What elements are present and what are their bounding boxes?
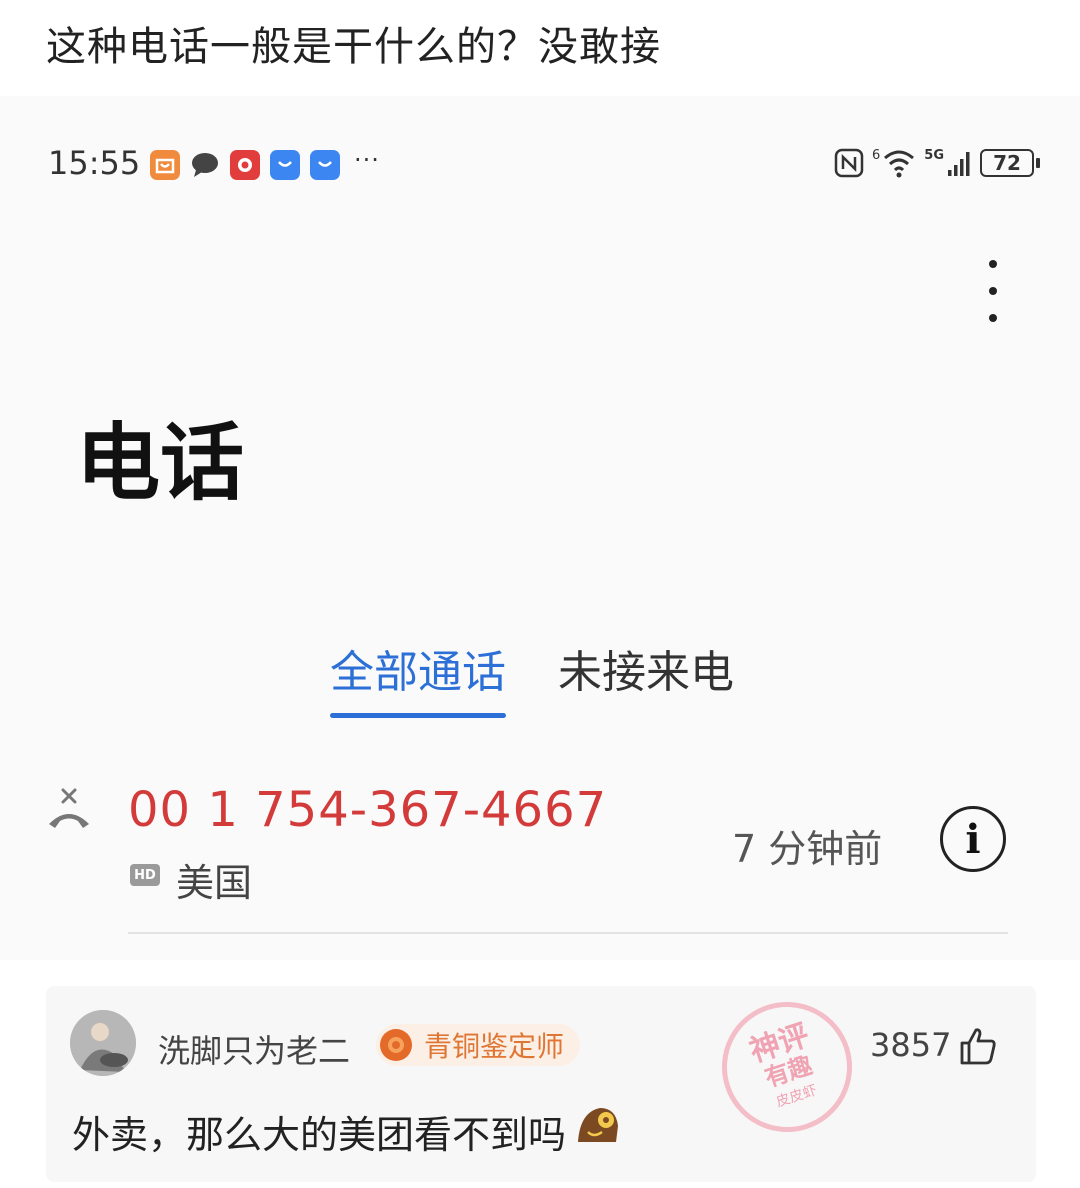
call-time: 7 分钟前 xyxy=(732,827,883,871)
nfc-icon xyxy=(834,148,864,178)
page-title: 电话 xyxy=(76,414,245,512)
app-store-icon xyxy=(270,150,300,180)
info-glyph: i xyxy=(965,815,981,863)
user-level-badge: 青铜鉴定师 xyxy=(376,1024,581,1066)
hd-badge: HD xyxy=(130,864,160,886)
call-number: 00 1 754-367-4667 xyxy=(128,782,608,838)
comment-card: 洗脚只为老二 青铜鉴定师 神评 有趣 皮皮虾 3857 外卖，那么大的美团看不到… xyxy=(46,985,1036,1182)
wifi-icon xyxy=(884,150,915,178)
more-notifications: ··· xyxy=(354,146,380,174)
post-title: 这种电话一般是干什么的？没敢接 xyxy=(46,24,661,70)
status-bar: 15:55 ··· 6 5G 72 xyxy=(48,144,1040,188)
signal-icon xyxy=(948,152,970,176)
call-location: 美国 xyxy=(176,861,253,905)
dog-emoji-icon xyxy=(578,1108,618,1142)
tab-all-calls[interactable]: 全部通话 xyxy=(330,636,506,718)
status-time: 15:55 xyxy=(48,144,141,182)
system-icons: 6 5G 72 xyxy=(834,148,1040,178)
comment-text: 外卖，那么大的美团看不到吗 xyxy=(72,1113,567,1157)
wifi-label: 6 xyxy=(872,148,881,163)
badge-label: 青铜鉴定师 xyxy=(424,1030,565,1063)
bronze-medal-icon xyxy=(380,1029,412,1061)
notification-icons: ··· xyxy=(150,146,380,180)
featured-comment-stamp: 神评 有趣 皮皮虾 xyxy=(705,985,869,1149)
comment-username[interactable]: 洗脚只为老二 xyxy=(158,1026,350,1072)
dot xyxy=(989,260,997,268)
tab-missed-calls[interactable]: 未接来电 xyxy=(558,636,734,718)
like-count: 3857 xyxy=(870,1026,952,1064)
battery-icon: 72 xyxy=(980,149,1040,177)
shopping-app-icon xyxy=(150,150,180,180)
dot xyxy=(989,287,997,295)
call-tabs: 全部通话 未接来电 xyxy=(330,636,734,718)
phone-screenshot: 15:55 ··· 6 5G 72 电话 全部通话 未接来电 00 1 754-… xyxy=(0,96,1080,960)
red-app-icon xyxy=(230,150,260,180)
avatar[interactable] xyxy=(70,1010,136,1076)
dot xyxy=(989,314,997,322)
more-options-button[interactable] xyxy=(978,256,1008,326)
info-icon[interactable]: i xyxy=(940,806,1006,872)
chat-bubble-icon xyxy=(190,150,220,180)
missed-call-icon xyxy=(49,788,89,828)
network-type-label: 5G xyxy=(924,148,944,163)
call-log-row[interactable]: 00 1 754-367-4667 HD 美国 7 分钟前 i xyxy=(0,776,1080,936)
divider xyxy=(128,932,1008,934)
app-store-icon-2 xyxy=(310,150,340,180)
battery-level: 72 xyxy=(993,151,1021,175)
thumbs-up-icon[interactable] xyxy=(958,1026,998,1066)
